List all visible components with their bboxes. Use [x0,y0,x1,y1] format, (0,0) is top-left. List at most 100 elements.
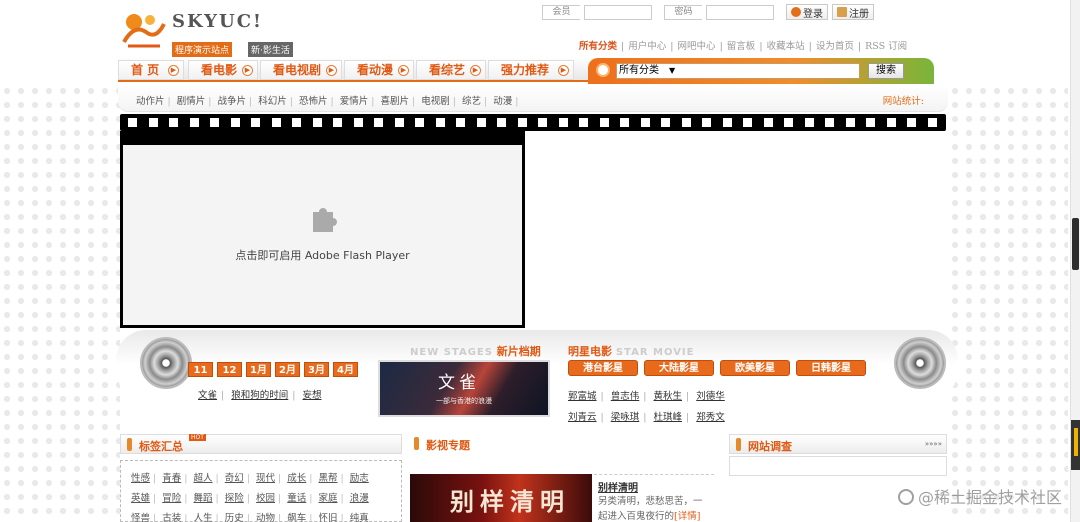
member-input[interactable] [584,4,652,20]
nav-item-anime[interactable]: 看动漫 ▶ [344,60,414,80]
login-button[interactable]: 登录 [786,4,828,20]
tag-link[interactable]: 英雄 [131,493,150,504]
tag-link[interactable]: 成长 [287,473,306,484]
tag-link[interactable]: 励志 [350,473,369,484]
nav-item-label: 看电视剧 [273,63,322,77]
scrollbar-thumb[interactable] [1072,218,1079,270]
star-link[interactable]: 郑秀文 [696,412,725,423]
top-link-bookmark[interactable]: 收藏本站 [767,41,805,52]
nav-item-tv[interactable]: 看电视剧 ▶ [260,60,342,80]
top-link-set-homepage[interactable]: 设为首页 [816,41,854,52]
search-icon [596,63,610,77]
site-logo[interactable]: SKYUC! 程序演示站点 新·影生活 [120,8,300,57]
star-link[interactable]: 刘德华 [696,391,725,402]
page-container: SKYUC! 程序演示站点 新·影生活 会员 密码 登录 注册 所有分类 | 用… [116,0,958,522]
new-release-poster[interactable]: 文雀 一部与香港的浪漫 [378,360,550,417]
top-link-rss[interactable]: RSS 订阅 [865,41,907,52]
month-tab[interactable]: 4月 [333,362,358,377]
tag-link[interactable]: 纯真 [350,513,369,522]
film-hole [189,118,199,127]
nav-item-variety[interactable]: 看综艺 ▶ [416,60,486,80]
film-hole [702,118,711,127]
month-tab[interactable]: 3月 [304,362,329,377]
tag-link[interactable]: 怪兽 [131,513,150,522]
tag-link[interactable]: 飙车 [287,513,306,522]
film-hole [825,118,834,127]
topic-details-link[interactable]: [详情] [674,511,700,522]
tag-link[interactable]: 校园 [256,493,275,504]
nav-item-home[interactable]: 首 页 ▶ [118,60,184,80]
category-link[interactable]: 战争片 [218,96,247,107]
tag-link[interactable]: 古装 [162,513,181,522]
category-subnav: 动作片 | 剧情片 | 战争片 | 科幻片 | 恐怖片 | 爱情片 | 喜剧片 | 电视剧 | … [118,84,948,112]
nav-item-movies[interactable]: 看电影 ▶ [188,60,258,80]
category-link[interactable]: 喜剧片 [381,96,410,107]
star-region-tab[interactable]: 大陆影星 [644,360,714,376]
tag-link[interactable]: 超人 [194,473,213,484]
tag-link[interactable]: 舞蹈 [194,493,213,504]
register-button-label: 注册 [849,8,869,20]
survey-more-link[interactable]: »»»» [925,440,942,448]
category-link[interactable]: 剧情片 [177,96,206,107]
star-region-tab[interactable]: 日韩影星 [796,360,866,376]
tag-link[interactable]: 现代 [256,473,275,484]
tag-link[interactable]: 童话 [287,493,306,504]
star-region-tab[interactable]: 欧美影星 [720,360,790,376]
category-link[interactable]: 爱情片 [340,96,369,107]
top-link-user-center[interactable]: 用户中心 [628,41,666,52]
section-marker-icon [414,437,419,450]
category-link[interactable]: 动作片 [136,96,165,107]
top-link-netbar-center[interactable]: 网吧中心 [678,41,716,52]
tag-link[interactable]: 奇幻 [225,473,244,484]
password-input[interactable] [706,4,774,20]
tag-link[interactable]: 历史 [225,513,244,522]
vertical-scrollbar[interactable] [1070,0,1080,522]
new-release-link[interactable]: 狼和狗的时间 [231,390,288,401]
flash-player[interactable]: 点击即可启用 Adobe Flash Player [120,131,525,328]
category-link[interactable]: 综艺 [462,96,481,107]
nav-item-label: 首 页 [131,63,160,77]
star-link[interactable]: 郭富城 [568,391,597,402]
top-link-guestbook[interactable]: 留言板 [727,41,756,52]
new-release-link[interactable]: 文雀 [198,390,217,401]
film-reel-icon [140,337,192,389]
search-category-select[interactable]: 所有分类 ▼ [616,63,860,79]
month-tab[interactable]: 12月 [217,362,242,391]
nav-item-recommend[interactable]: 强力推荐 ▶ [488,60,574,80]
top-link-all-categories[interactable]: 所有分类 [579,41,617,52]
film-hole [210,118,219,127]
tag-link[interactable]: 青春 [162,473,181,484]
category-link[interactable]: 动漫 [493,96,512,107]
tag-link[interactable]: 怀旧 [319,513,338,522]
star-link[interactable]: 黄秋生 [654,391,683,402]
juejin-logo-icon [897,489,914,505]
divider [594,474,714,475]
tag-link[interactable]: 黑帮 [319,473,338,484]
new-release-link[interactable]: 妄想 [303,390,322,401]
star-link[interactable]: 杜琪峰 [654,412,683,423]
topic-image[interactable]: 别样清明 [410,474,592,522]
tag-link[interactable]: 性感 [131,473,150,484]
month-tab[interactable]: 2月 [275,362,300,377]
star-link[interactable]: 刘青云 [568,412,597,423]
star-link[interactable]: 梁咏琪 [611,412,640,423]
tag-link[interactable]: 探险 [225,493,244,504]
film-hole [333,118,342,127]
month-tab[interactable]: 1月 [246,362,271,377]
tag-link[interactable]: 人生 [194,513,213,522]
topic-item-title[interactable]: 别样清明 [598,479,638,494]
tag-link[interactable]: 浪漫 [350,493,369,504]
category-link[interactable]: 电视剧 [421,96,450,107]
tag-link[interactable]: 冒险 [162,493,181,504]
star-link[interactable]: 曾志伟 [611,391,640,402]
category-link[interactable]: 恐怖片 [299,96,328,107]
poster-title: 文雀 [438,373,480,393]
tag-link[interactable]: 动物 [256,513,275,522]
register-button[interactable]: 注册 [832,4,874,20]
category-link[interactable]: 科幻片 [258,96,287,107]
film-hole [866,118,875,127]
month-tab[interactable]: 11月 [188,362,213,391]
tag-link[interactable]: 家庭 [319,493,338,504]
search-button[interactable]: 搜索 [868,63,904,79]
star-region-tab[interactable]: 港台影星 [568,360,638,376]
